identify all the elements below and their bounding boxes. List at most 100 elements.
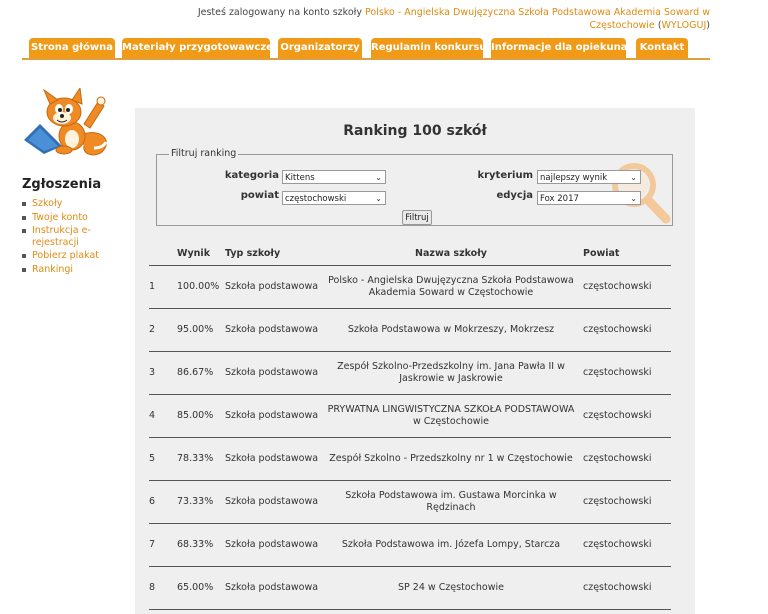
cell-powiat: częstochowski [577, 308, 671, 352]
table-row: 4 85.00% Szkoła podstawowa PRYWATNA LING… [149, 394, 671, 438]
logout-paren-close: ) [706, 20, 710, 31]
cell-typ: Szkoła podstawowa [225, 523, 325, 567]
table-row: 8 65.00% Szkoła podstawowa SP 24 w Częst… [149, 566, 671, 610]
chevron-down-icon: ⌄ [630, 194, 637, 203]
table-row: 7 68.33% Szkoła podstawowa Szkoła Podsta… [149, 523, 671, 567]
bullet-icon [22, 267, 26, 272]
cell-num: 6 [149, 480, 177, 524]
header-typ: Typ szkoły [225, 248, 325, 266]
cell-powiat: częstochowski [577, 566, 671, 610]
kategoria-value: Kittens [285, 173, 315, 183]
filter-button[interactable]: Filtruj [402, 210, 432, 225]
cell-wynik: 86.67% [177, 351, 225, 395]
table-row: 6 73.33% Szkoła podstawowa Szkoła Podsta… [149, 480, 671, 524]
cell-wynik: 95.00% [177, 308, 225, 352]
cell-powiat: częstochowski [577, 351, 671, 395]
tab-organizatorzy[interactable]: Organizatorzy [278, 38, 362, 58]
bullet-icon [22, 254, 26, 258]
cell-typ: Szkoła podstawowa [225, 480, 325, 524]
bullet-icon [22, 202, 26, 206]
kategoria-select[interactable]: Kittens ⌄ [282, 170, 386, 184]
kategoria-label: kategoria [224, 170, 279, 181]
cell-typ: Szkoła podstawowa [225, 394, 325, 438]
sidebar-item-szkoly[interactable]: Szkoły [22, 198, 112, 210]
cell-wynik: 100.00% [177, 265, 225, 309]
cell-num: 2 [149, 308, 177, 352]
edycja-select[interactable]: Fox 2017 ⌄ [537, 191, 641, 205]
table-row: 2 95.00% Szkoła podstawowa Szkoła Podsta… [149, 308, 671, 352]
kryterium-label: kryterium [477, 170, 533, 181]
header-wynik: Wynik [177, 248, 225, 266]
chevron-down-icon: ⌄ [375, 194, 382, 203]
sidebar-item-rankingi[interactable]: Rankingi [22, 264, 112, 276]
cell-wynik: 65.00% [177, 566, 225, 610]
cell-powiat: częstochowski [577, 265, 671, 309]
sidebar-title: Zgłoszenia [22, 177, 102, 192]
edycja-label: edycja [496, 190, 533, 201]
cell-typ: Szkoła podstawowa [225, 566, 325, 610]
edycja-value: Fox 2017 [540, 194, 579, 204]
login-prefix: Jesteś zalogowany na konto szkoły [197, 7, 362, 18]
tab-informacje[interactable]: Informacje dla opiekuna [491, 38, 627, 58]
page-title: Ranking 100 szkół [343, 123, 487, 139]
cell-num: 4 [149, 394, 177, 438]
tab-regulamin[interactable]: Regulamin konkursu [371, 38, 487, 58]
cell-typ: Szkoła podstawowa [225, 265, 325, 309]
nav-underline [22, 58, 710, 60]
cell-num: 5 [149, 437, 177, 481]
cell-nazwa: Szkoła Podstawowa w Mokrzeszy, Mokrzesz [325, 308, 577, 352]
fox-logo-icon[interactable] [22, 88, 114, 158]
cell-powiat: częstochowski [577, 394, 671, 438]
powiat-label: powiat [240, 190, 279, 201]
cell-typ: Szkoła podstawowa [225, 308, 325, 352]
header-powiat: Powiat [577, 248, 671, 266]
cell-nazwa: Szkoła Podstawowa im. Gustawa Morcinka w… [325, 480, 577, 524]
sidebar-item-instrukcja[interactable]: Instrukcja e-rejestracji [22, 225, 112, 248]
kryterium-value: najlepszy wynik [540, 173, 608, 183]
powiat-value: częstochowski [285, 194, 347, 204]
kryterium-select[interactable]: najlepszy wynik ⌄ [537, 170, 641, 184]
sidebar-item-plakat[interactable]: Pobierz plakat [22, 250, 112, 262]
cell-wynik: 73.33% [177, 480, 225, 524]
table-row: 5 78.33% Szkoła podstawowa Zespół Szkoln… [149, 437, 671, 481]
cell-nazwa: Szkoła Podstawowa im. Józefa Lompy, Star… [325, 523, 577, 567]
main-content: Ranking 100 szkół Filtruj ranking katego… [135, 108, 695, 614]
cell-powiat: częstochowski [577, 437, 671, 481]
cell-wynik: 68.33% [177, 523, 225, 567]
cell-typ: Szkoła podstawowa [225, 351, 325, 395]
cell-wynik: 78.33% [177, 437, 225, 481]
cell-num: 1 [149, 265, 177, 309]
cell-powiat: częstochowski [577, 523, 671, 567]
sidebar-item-label[interactable]: Rankingi [32, 264, 73, 275]
tab-kontakt[interactable]: Kontakt [636, 38, 688, 58]
tab-materialy[interactable]: Materiały przygotowawcze [122, 38, 273, 58]
cell-num: 3 [149, 351, 177, 395]
bullet-icon [22, 229, 26, 233]
sidebar-menu: Szkoły Twoje konto Instrukcja e-rejestra… [22, 198, 112, 277]
filter-form: Filtruj ranking kategoria Kittens ⌄ powi… [156, 148, 673, 226]
sidebar-item-label[interactable]: Szkoły [32, 198, 62, 209]
cell-typ: Szkoła podstawowa [225, 437, 325, 481]
sidebar-item-twoje-konto[interactable]: Twoje konto [22, 212, 112, 224]
cell-num: 8 [149, 566, 177, 610]
powiat-select[interactable]: częstochowski ⌄ [282, 191, 386, 205]
sidebar-item-label[interactable]: Twoje konto [32, 212, 88, 223]
cell-nazwa: PRYWATNA LINGWISTYCZNA SZKOŁA PODSTAWOWA… [325, 394, 577, 438]
sidebar-item-label[interactable]: Pobierz plakat [32, 250, 99, 261]
chevron-down-icon: ⌄ [630, 173, 637, 182]
cell-wynik: 85.00% [177, 394, 225, 438]
cell-nazwa: Zespół Szkolno-Przedszkolny im. Jana Paw… [325, 351, 577, 395]
filter-legend: Filtruj ranking [169, 148, 239, 159]
ranking-table: Wynik Typ szkoły Nazwa szkoły Powiat 1 1… [149, 248, 671, 610]
sidebar-item-label[interactable]: Instrukcja e-rejestracji [32, 225, 91, 248]
tab-strona-glowna[interactable]: Strona główna [29, 38, 115, 58]
logout-link[interactable]: WYLOGUJ [662, 20, 707, 31]
cell-nazwa: SP 24 w Częstochowie [325, 566, 577, 610]
table-row: 3 86.67% Szkoła podstawowa Zespół Szkoln… [149, 351, 671, 395]
chevron-down-icon: ⌄ [375, 173, 382, 182]
cell-num: 7 [149, 523, 177, 567]
table-header-row: Wynik Typ szkoły Nazwa szkoły Powiat [149, 248, 671, 266]
cell-powiat: częstochowski [577, 480, 671, 524]
bullet-icon [22, 215, 26, 220]
login-status: Jesteś zalogowany na konto szkoły Polsko… [150, 6, 710, 32]
